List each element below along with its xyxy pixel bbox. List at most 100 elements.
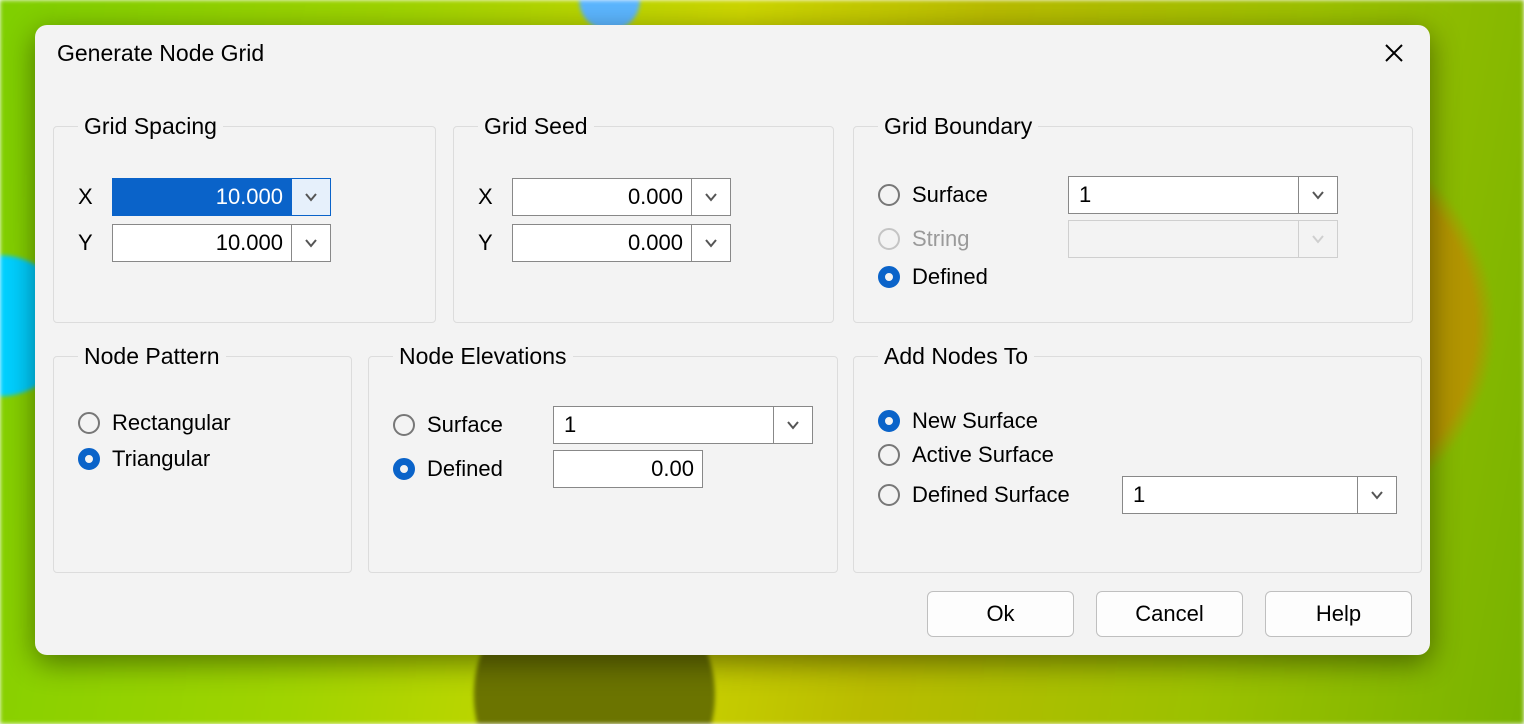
radio-dot-icon: [393, 458, 415, 480]
chevron-down-icon: [304, 190, 318, 204]
row-seed-x: X: [478, 178, 809, 216]
boundary-row-defined: Defined: [878, 264, 1388, 290]
group-grid-seed: Grid Seed X Y: [453, 113, 834, 323]
radio-dot-icon: [878, 266, 900, 288]
spacing-x-field: [112, 178, 331, 216]
row-spacing-x: X: [78, 178, 411, 216]
ok-button[interactable]: Ok: [927, 591, 1074, 637]
legend-grid-boundary: Grid Boundary: [878, 113, 1038, 140]
addto-row-active: Active Surface: [878, 442, 1397, 468]
cancel-button[interactable]: Cancel: [1096, 591, 1243, 637]
seed-y-stepper[interactable]: [692, 224, 731, 262]
group-node-elevations: Node Elevations Surface 1 Defined: [368, 343, 838, 573]
dialog-buttons: Ok Cancel Help: [927, 591, 1412, 637]
radio-label: String: [912, 226, 969, 252]
radio-dot-icon: [78, 448, 100, 470]
chevron-down-icon: [1311, 188, 1325, 202]
boundary-row-string: String: [878, 220, 1388, 258]
group-grid-spacing: Grid Spacing X Y: [53, 113, 436, 323]
dialog-body: Grid Spacing X Y: [53, 85, 1412, 637]
radio-elev-surface[interactable]: Surface: [393, 412, 533, 438]
radio-dot-icon: [78, 412, 100, 434]
chevron-down-icon: [704, 236, 718, 250]
radio-boundary-defined[interactable]: Defined: [878, 264, 1048, 290]
radio-label: Surface: [912, 182, 988, 208]
spacing-y-stepper[interactable]: [292, 224, 331, 262]
combo-boundary-string: [1068, 220, 1338, 258]
radio-label: Active Surface: [912, 442, 1054, 468]
radio-addto-active[interactable]: Active Surface: [878, 442, 1098, 468]
legend-grid-seed: Grid Seed: [478, 113, 594, 140]
chevron-down-icon: [704, 190, 718, 204]
combo-value: 1: [1122, 476, 1358, 514]
combo-value: 1: [1068, 176, 1299, 214]
spacing-y-input[interactable]: [112, 224, 292, 262]
radio-label: Defined Surface: [912, 482, 1070, 508]
combo-value: [1068, 220, 1299, 258]
label-seed-y: Y: [478, 230, 512, 256]
combo-addto-defined[interactable]: 1: [1122, 476, 1397, 514]
boundary-row-surface: Surface 1: [878, 176, 1388, 214]
dialog-titlebar: Generate Node Grid: [35, 25, 1430, 77]
radio-pattern-rectangular[interactable]: Rectangular: [78, 410, 327, 436]
radio-dot-icon: [878, 184, 900, 206]
group-add-nodes-to: Add Nodes To New Surface Active Surface …: [853, 343, 1422, 573]
dialog-title: Generate Node Grid: [57, 40, 264, 67]
chevron-down-icon: [1370, 488, 1384, 502]
generate-node-grid-dialog: Generate Node Grid Grid Spacing X Y: [35, 25, 1430, 655]
seed-y-input[interactable]: [512, 224, 692, 262]
elev-defined-input[interactable]: [553, 450, 703, 488]
radio-label: New Surface: [912, 408, 1038, 434]
radio-label: Defined: [912, 264, 988, 290]
label-seed-x: X: [478, 184, 512, 210]
elev-row-surface: Surface 1: [393, 406, 813, 444]
legend-node-elevations: Node Elevations: [393, 343, 573, 370]
radio-dot-icon: [393, 414, 415, 436]
spacing-y-field: [112, 224, 331, 262]
radio-dot-icon: [878, 410, 900, 432]
combo-button[interactable]: [1299, 176, 1338, 214]
addto-row-defined: Defined Surface 1: [878, 476, 1397, 514]
radio-label: Triangular: [112, 446, 210, 472]
spacing-x-input[interactable]: [112, 178, 292, 216]
chevron-down-icon: [304, 236, 318, 250]
group-node-pattern: Node Pattern Rectangular Triangular: [53, 343, 352, 573]
combo-value: 1: [553, 406, 774, 444]
combo-button: [1299, 220, 1338, 258]
chevron-down-icon: [786, 418, 800, 432]
label-spacing-x: X: [78, 184, 112, 210]
chevron-down-icon: [1311, 232, 1325, 246]
group-grid-boundary: Grid Boundary Surface 1 String: [853, 113, 1413, 323]
radio-label: Defined: [427, 456, 503, 482]
addto-row-new: New Surface: [878, 408, 1397, 434]
help-button[interactable]: Help: [1265, 591, 1412, 637]
seed-x-stepper[interactable]: [692, 178, 731, 216]
legend-grid-spacing: Grid Spacing: [78, 113, 223, 140]
seed-y-field: [512, 224, 731, 262]
radio-boundary-string: String: [878, 226, 1048, 252]
radio-boundary-surface[interactable]: Surface: [878, 182, 1048, 208]
combo-button[interactable]: [1358, 476, 1397, 514]
row-spacing-y: Y: [78, 224, 411, 262]
row-seed-y: Y: [478, 224, 809, 262]
legend-add-nodes-to: Add Nodes To: [878, 343, 1034, 370]
radio-dot-icon: [878, 444, 900, 466]
radio-pattern-triangular[interactable]: Triangular: [78, 446, 327, 472]
seed-x-field: [512, 178, 731, 216]
elev-row-defined: Defined: [393, 450, 813, 488]
radio-dot-icon: [878, 228, 900, 250]
radio-elev-defined[interactable]: Defined: [393, 456, 533, 482]
radio-addto-defined[interactable]: Defined Surface: [878, 482, 1098, 508]
seed-x-input[interactable]: [512, 178, 692, 216]
radio-addto-new[interactable]: New Surface: [878, 408, 1098, 434]
combo-button[interactable]: [774, 406, 813, 444]
radio-label: Surface: [427, 412, 503, 438]
spacing-x-stepper[interactable]: [292, 178, 331, 216]
legend-node-pattern: Node Pattern: [78, 343, 226, 370]
combo-boundary-surface[interactable]: 1: [1068, 176, 1338, 214]
combo-elev-surface[interactable]: 1: [553, 406, 813, 444]
label-spacing-y: Y: [78, 230, 112, 256]
radio-dot-icon: [878, 484, 900, 506]
close-button[interactable]: [1380, 39, 1408, 67]
close-icon: [1383, 42, 1405, 64]
